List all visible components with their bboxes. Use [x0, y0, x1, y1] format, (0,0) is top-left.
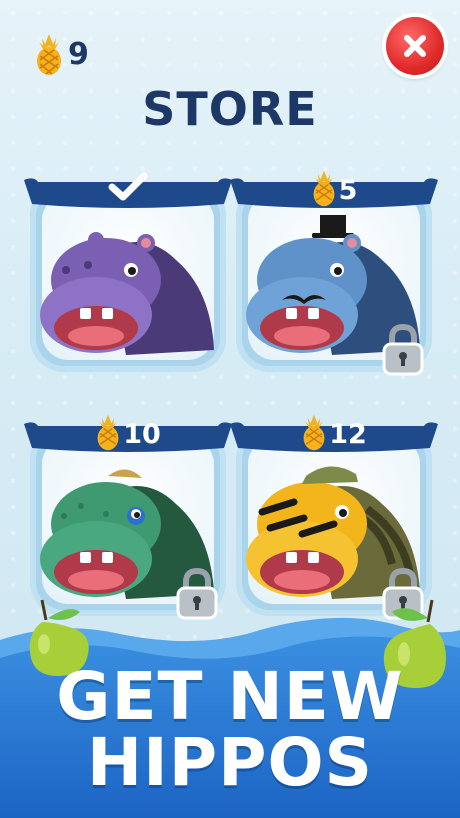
hippo-card-purple[interactable] — [24, 158, 232, 372]
currency-counter: 9 — [34, 32, 89, 76]
promo-line-2: HIPPOS — [86, 724, 374, 801]
close-button[interactable] — [386, 17, 444, 75]
price-label: 5 — [338, 175, 358, 206]
price-badge: 12 — [236, 402, 432, 454]
pineapple-icon — [37, 34, 61, 75]
price-badge: 5 — [236, 158, 432, 210]
price-label: 10 — [123, 419, 161, 450]
hippo-purple-image — [40, 232, 214, 355]
promo-headline: GET NEW HIPPOS — [0, 664, 460, 796]
hippo-card-green[interactable]: 10 — [24, 402, 232, 620]
close-icon — [404, 35, 426, 57]
checkmark-icon — [108, 172, 148, 201]
promo-line-1: GET NEW — [56, 658, 404, 735]
padlock-icon — [382, 323, 424, 376]
price-label: 12 — [329, 419, 367, 450]
pineapple-icon — [303, 414, 325, 451]
pineapple-icon — [313, 170, 334, 207]
hippo-card-tiger[interactable]: 12 — [230, 402, 438, 620]
hippo-card-blue[interactable]: 5 — [230, 158, 438, 376]
page-title: STORE — [142, 82, 318, 136]
price-badge: 10 — [30, 402, 226, 454]
pineapple-icon — [97, 414, 119, 451]
currency-amount: 9 — [68, 36, 89, 72]
owned-badge — [30, 158, 226, 210]
